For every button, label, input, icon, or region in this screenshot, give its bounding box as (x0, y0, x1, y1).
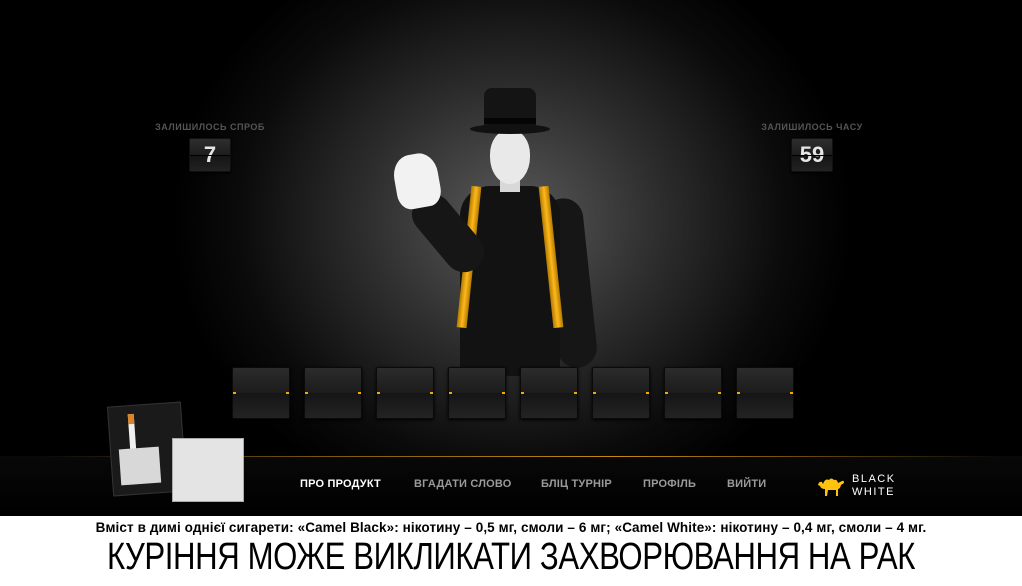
nav-item-profile[interactable]: ПРОФІЛЬ (643, 478, 696, 490)
smoke-content-text: Вміст в димі однієї сигарети: «Camel Bla… (95, 520, 927, 535)
time-counter: ЗАЛИШИЛОСЬ ЧАСУ 59 (732, 122, 892, 172)
camel-icon (818, 478, 844, 496)
letter-tile[interactable] (592, 367, 650, 419)
nav-item-guess-word[interactable]: ВГАДАТИ СЛОВО (414, 478, 512, 490)
letter-tile[interactable] (376, 367, 434, 419)
letter-tile[interactable] (304, 367, 362, 419)
health-warning: Вміст в димі однієї сигарети: «Camel Bla… (0, 516, 1022, 586)
letter-tile[interactable] (736, 367, 794, 419)
letter-tile[interactable] (520, 367, 578, 419)
time-value: 59 (790, 138, 834, 172)
attempts-value: 7 (189, 138, 231, 172)
brand-wordmark: BLACK WHITE (852, 473, 896, 498)
mime-face (490, 130, 530, 184)
brand-logo[interactable]: BLACK WHITE (816, 471, 916, 501)
mime-figure (380, 78, 640, 378)
time-label: ЗАЛИШИЛОСЬ ЧАСУ (761, 122, 863, 132)
waving-hand (390, 150, 444, 212)
nav-item-logout[interactable]: ВИЙТИ (727, 478, 766, 490)
nav-item-about-product[interactable]: ПРО ПРОДУКТ (300, 478, 381, 490)
product-packs-image (106, 401, 246, 504)
letter-tile[interactable] (664, 367, 722, 419)
letter-tile[interactable] (448, 367, 506, 419)
attempts-counter: ЗАЛИШИЛОСЬ СПРОБ 7 (130, 122, 290, 172)
nav-item-blitz-tournament[interactable]: БЛІЦ ТУРНІР (541, 478, 612, 490)
attempts-label: ЗАЛИШИЛОСЬ СПРОБ (155, 122, 265, 132)
warning-headline: КУРІННЯ МОЖЕ ВИКЛИКАТИ ЗАХВОРЮВАННЯ НА Р… (106, 536, 916, 578)
